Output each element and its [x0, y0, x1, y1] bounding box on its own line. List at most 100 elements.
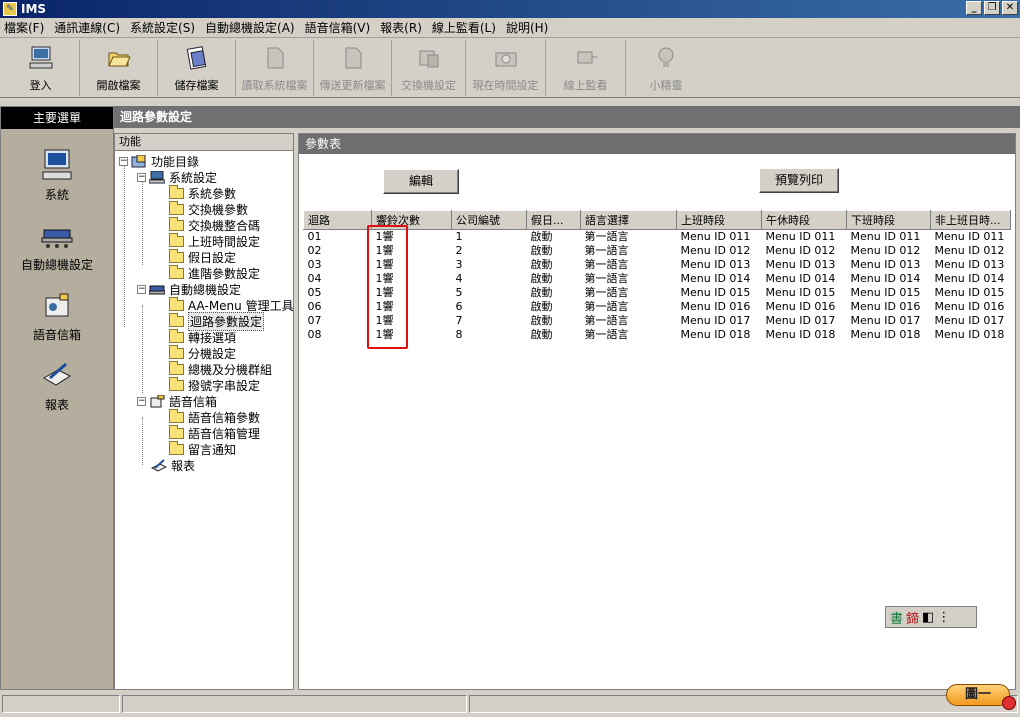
- tree-node-reports[interactable]: 報表: [151, 457, 195, 473]
- menu-auto-attendant[interactable]: 自動總機設定(A): [205, 19, 295, 36]
- tree-node-extension-settings[interactable]: 分機設定: [169, 344, 236, 361]
- restore-button[interactable]: ❐: [984, 1, 1000, 15]
- ime-window-icon[interactable]: ◧: [922, 610, 934, 625]
- open-file-button[interactable]: 開啟檔案: [80, 40, 158, 96]
- table-row[interactable]: 04 1響 4 啟動 第一語言 Menu ID 014 Menu ID 014 Menu ID…: [304, 272, 1011, 286]
- table-cell: 07: [307, 314, 322, 327]
- table-cell: Menu ID 015: [850, 286, 921, 299]
- table-cell: 第一語言: [584, 258, 629, 271]
- switch-settings-button[interactable]: 交換機設定: [392, 40, 466, 96]
- tree-node-transfer-options[interactable]: 轉接選項: [169, 328, 236, 345]
- sidebar-item-auto-attendant[interactable]: 自動總機設定: [1, 217, 113, 273]
- minimize-button[interactable]: _: [966, 1, 982, 15]
- column-header[interactable]: 迴路: [303, 210, 372, 230]
- folder-open-icon: [169, 312, 184, 327]
- login-button[interactable]: 登入: [2, 40, 80, 96]
- voicemail-icon: [149, 394, 165, 408]
- tree-node-system-params[interactable]: 系統參數: [169, 184, 236, 201]
- switchboard-icon: [39, 217, 75, 253]
- table-row[interactable]: 03 1響 3 啟動 第一語言 Menu ID 013 Menu ID 013 Menu ID…: [304, 258, 1011, 272]
- switch-icon: [416, 45, 442, 71]
- table-row[interactable]: 07 1響 7 啟動 第一語言 Menu ID 017 Menu ID 017 Menu ID…: [304, 314, 1011, 328]
- folder-icon: [169, 200, 184, 215]
- column-header[interactable]: 午休時段: [761, 210, 847, 230]
- parameter-table: 迴路 響鈴次數 公司編號 假日... 語言選擇 上班時段 午休時段 下班時段 非…: [303, 210, 1011, 342]
- tree-node-voicemail[interactable]: − 語音信箱: [137, 393, 217, 409]
- table-cell: Menu ID 018: [680, 328, 751, 341]
- column-header[interactable]: 假日...: [526, 210, 581, 230]
- report-icon: [39, 357, 75, 393]
- table-row[interactable]: 08 1響 8 啟動 第一語言 Menu ID 018 Menu ID 018 Menu ID…: [304, 328, 1011, 342]
- sidebar-item-system[interactable]: 系統: [1, 147, 113, 203]
- menu-help[interactable]: 說明(H): [506, 19, 548, 36]
- tree-node-groups[interactable]: 總機及分機群組: [169, 360, 272, 377]
- menu-reports[interactable]: 報表(R): [380, 19, 422, 36]
- close-button[interactable]: ✕: [1002, 1, 1018, 15]
- folder-icon: [169, 344, 184, 359]
- menu-system-settings[interactable]: 系統設定(S): [130, 19, 195, 36]
- table-cell: 6: [455, 300, 463, 313]
- sidebar-item-voicemail[interactable]: 語音信箱: [1, 287, 113, 343]
- table-cell: Menu ID 015: [765, 286, 836, 299]
- table-row[interactable]: 02 1響 2 啟動 第一語言 Menu ID 012 Menu ID 012 Menu ID…: [304, 244, 1011, 258]
- column-header[interactable]: 上班時段: [676, 210, 762, 230]
- table-row[interactable]: 05 1響 5 啟動 第一語言 Menu ID 015 Menu ID 015 Menu ID…: [304, 286, 1011, 300]
- table-header-row: 迴路 響鈴次數 公司編號 假日... 語言選擇 上班時段 午休時段 下班時段 非…: [303, 210, 1011, 230]
- file-send-icon: [340, 45, 366, 71]
- clock-camera-icon: [493, 45, 519, 71]
- print-preview-button[interactable]: 預覽列印: [759, 168, 839, 193]
- table-cell: 5: [455, 286, 463, 299]
- tree-node-holiday-settings[interactable]: 假日設定: [169, 248, 236, 265]
- tree-node-advanced-params[interactable]: 進階參數設定: [169, 264, 260, 281]
- menu-online-monitor[interactable]: 線上監看(L): [432, 19, 496, 36]
- menu-voicemail[interactable]: 語音信箱(V): [305, 19, 371, 36]
- column-header[interactable]: 下班時段: [846, 210, 931, 230]
- tree-node-switch-integration-code[interactable]: 交換機整合碼: [169, 216, 260, 233]
- menu-connection[interactable]: 通訊連線(C): [54, 19, 120, 36]
- collapse-toggle[interactable]: −: [137, 172, 146, 182]
- tree-panel-label: 功能: [115, 134, 293, 151]
- tree-node-loop-params[interactable]: 迴路參數設定: [169, 311, 265, 331]
- collapse-toggle[interactable]: −: [137, 284, 146, 294]
- sidebar-item-reports[interactable]: 報表: [1, 357, 113, 413]
- tree-node-dial-string[interactable]: 撥號字串設定: [169, 376, 260, 393]
- tree-node-work-hours[interactable]: 上班時間設定: [169, 232, 260, 249]
- table-cell: 第一語言: [584, 328, 629, 341]
- tree-node-system-settings[interactable]: − 系統設定: [137, 169, 217, 185]
- table-row[interactable]: 06 1響 6 啟動 第一語言 Menu ID 016 Menu ID 016 Menu ID…: [304, 300, 1011, 314]
- collapse-toggle[interactable]: −: [137, 396, 146, 406]
- main-menu-sidebar: 主要選單 系統 自動總機設定 語音信箱 報表: [0, 106, 114, 690]
- wizard-button[interactable]: 小精靈: [626, 40, 706, 96]
- folder-icon: [169, 184, 184, 199]
- table-cell: Menu ID 014: [934, 272, 1005, 285]
- edit-button[interactable]: 編輯: [383, 169, 459, 194]
- tree-node-switch-params[interactable]: 交換機參數: [169, 200, 248, 217]
- table-cell: Menu ID 016: [934, 300, 1005, 313]
- menu-bar: 檔案(F) 通訊連線(C) 系統設定(S) 自動總機設定(A) 語音信箱(V) …: [0, 18, 1020, 38]
- send-update-file-button[interactable]: 傳送更新檔案: [314, 40, 392, 96]
- current-time-settings-button[interactable]: 現在時間設定: [466, 40, 546, 96]
- switchboard-icon: [149, 283, 165, 296]
- tree-node-voicemail-manage[interactable]: 語音信箱管理: [169, 424, 260, 441]
- column-header[interactable]: 非上班日時...: [930, 210, 1011, 230]
- read-system-file-button[interactable]: 讀取系統檔案: [236, 40, 314, 96]
- column-header[interactable]: 語言選擇: [580, 210, 677, 230]
- folder-icon: [169, 408, 184, 423]
- parameter-table-panel: 參數表 編輯 預覽列印 迴路 響鈴次數 公司編號 假日... 語言選擇 上班時段…: [298, 133, 1016, 690]
- collapse-toggle[interactable]: −: [119, 156, 128, 166]
- tree-node-message-notify[interactable]: 留言通知: [169, 440, 236, 457]
- column-header[interactable]: 公司編號: [451, 210, 527, 230]
- menu-file[interactable]: 檔案(F): [4, 19, 44, 36]
- ime-mode-icon[interactable]: 書: [890, 608, 903, 627]
- tree-node-voicemail-params[interactable]: 語音信箱參數: [169, 408, 260, 425]
- table-cell: Menu ID 017: [680, 314, 751, 327]
- online-monitor-button[interactable]: 線上監看: [546, 40, 626, 96]
- ime-dropdown-icon[interactable]: ⋮: [937, 610, 950, 625]
- tree-node-auto-attendant[interactable]: − 自動總機設定: [137, 281, 241, 297]
- folder-icon: [169, 376, 184, 391]
- table-row[interactable]: 01 1響 1 啟動 第一語言 Menu ID 011 Menu ID 011 Menu ID…: [304, 230, 1011, 245]
- figure-button[interactable]: 圖一: [946, 684, 1010, 706]
- ime-char-icon[interactable]: 鍗: [906, 608, 919, 627]
- tree-node-root[interactable]: − 功能目錄: [119, 153, 199, 169]
- save-file-button[interactable]: 儲存檔案: [158, 40, 236, 96]
